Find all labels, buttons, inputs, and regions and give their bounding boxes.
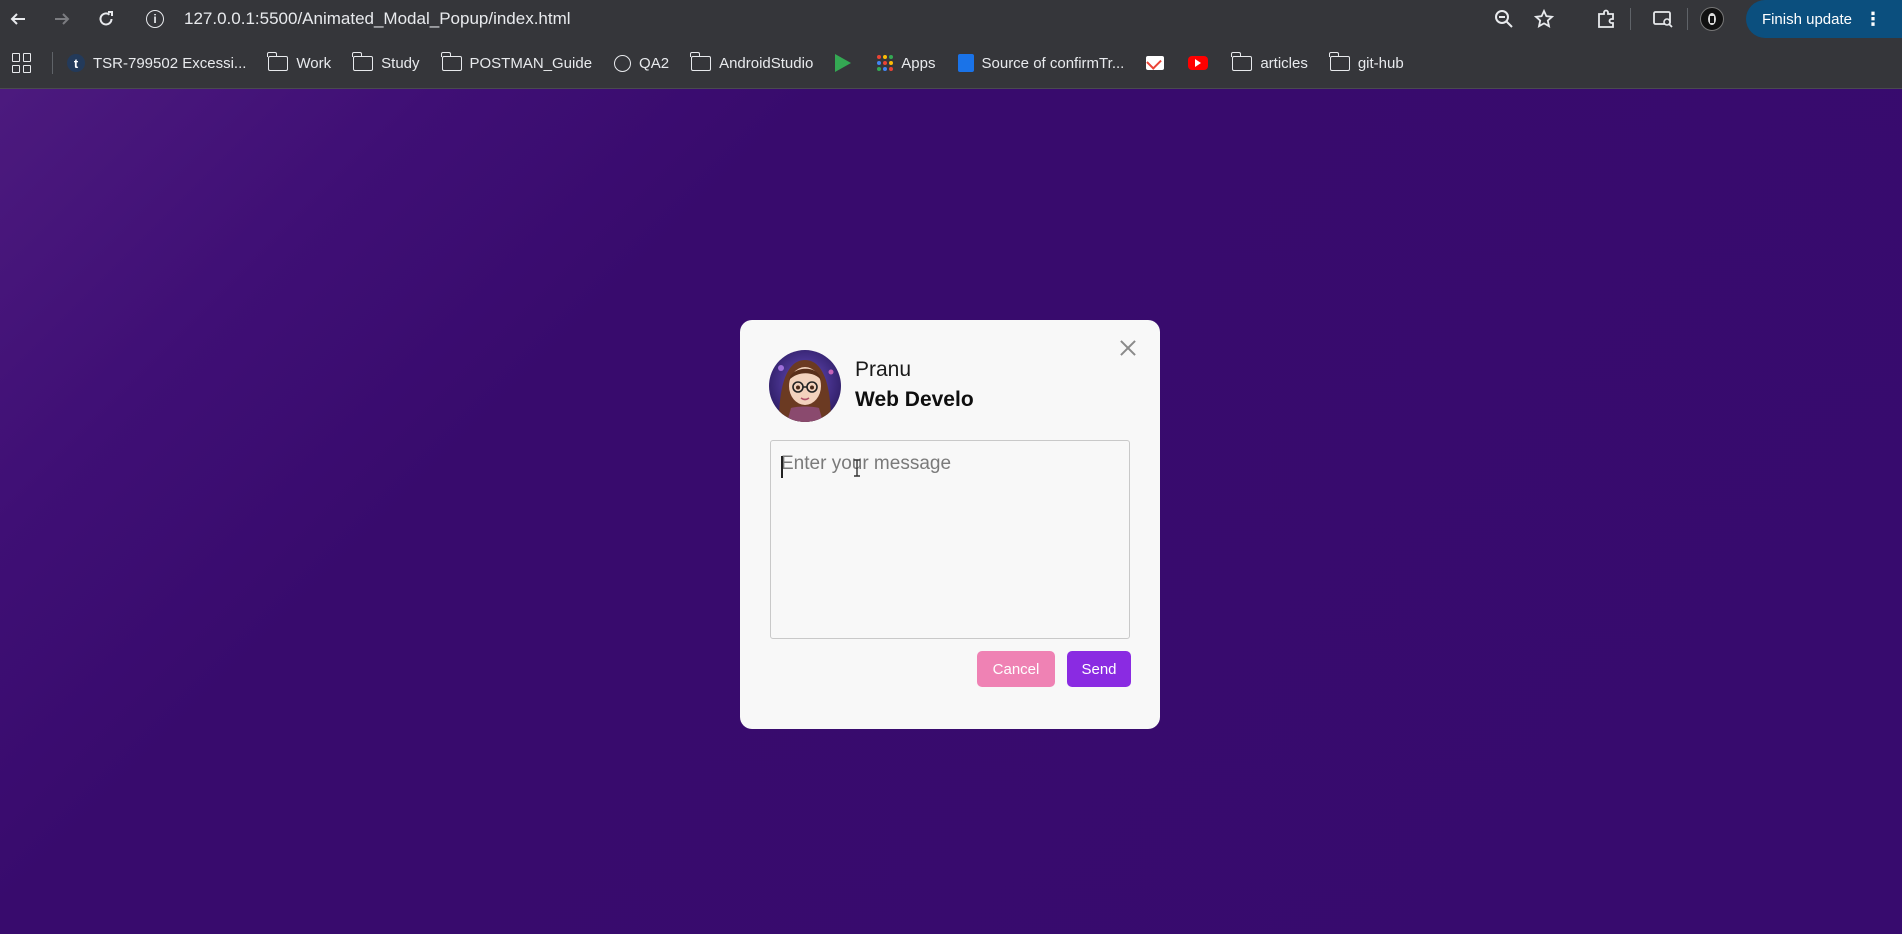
bookmark-label: POSTMAN_Guide <box>469 54 593 72</box>
toolbar-divider <box>1686 8 1688 30</box>
text-caret <box>781 456 783 478</box>
bookmark-git-hub[interactable]: git-hub <box>1328 51 1404 72</box>
bookmark-apps[interactable]: Apps <box>877 54 936 72</box>
message-modal: Pranu Web Develo Cancel Send <box>740 320 1160 729</box>
bookmark-label: git-hub <box>1357 54 1404 72</box>
site-info-icon[interactable]: i <box>146 10 164 28</box>
folder-icon <box>1231 51 1253 71</box>
bookmark-label: Work <box>296 54 332 72</box>
folder-icon <box>267 51 289 71</box>
zoom-icon[interactable] <box>1484 1 1524 37</box>
back-icon[interactable] <box>2 3 34 35</box>
bookmark-work[interactable]: Work <box>267 51 332 72</box>
folder-icon <box>1328 51 1350 71</box>
play-store-icon <box>835 54 852 72</box>
apps-grid-icon[interactable] <box>12 53 32 73</box>
bookmark-qa2[interactable]: QA2 <box>614 54 670 72</box>
reading-list-icon[interactable] <box>1643 1 1683 37</box>
page-background: Pranu Web Develo Cancel Send <box>0 89 1902 934</box>
text-cursor-icon <box>854 459 860 477</box>
more-icon[interactable]: ⋮ <box>1864 10 1882 28</box>
message-input[interactable] <box>770 440 1130 639</box>
reload-icon[interactable] <box>90 3 122 35</box>
youtube-icon <box>1188 56 1209 70</box>
bookmarks-bar: t TSR-799502 Excessi... Work Study POSTM… <box>0 38 1902 89</box>
bookmark-label: Apps <box>901 54 936 72</box>
finish-update-label: Finish update <box>1761 10 1852 28</box>
bookmark-tsr[interactable]: t TSR-799502 Excessi... <box>67 54 246 72</box>
bookmark-label: Study <box>381 54 420 72</box>
bookmark-study[interactable]: Study <box>352 51 420 72</box>
apps-icon <box>877 55 894 71</box>
bookmark-youtube[interactable] <box>1188 56 1216 70</box>
extensions-icon[interactable] <box>1586 1 1626 37</box>
toolbar-right: Finish update ⋮ <box>1484 0 1902 38</box>
gmail-icon <box>1146 56 1165 70</box>
url-text[interactable]: 127.0.0.1:5500/Animated_Modal_Popup/inde… <box>184 9 571 29</box>
folder-icon <box>690 51 712 71</box>
tumblr-icon: t <box>67 54 85 72</box>
bookmark-androidstudio[interactable]: AndroidStudio <box>690 51 814 72</box>
send-button[interactable]: Send <box>1067 651 1131 687</box>
bookmark-label: AndroidStudio <box>719 54 814 72</box>
finish-update-button[interactable]: Finish update ⋮ <box>1745 0 1902 38</box>
folder-icon <box>352 51 374 71</box>
source-icon <box>957 54 974 72</box>
bookmark-source[interactable]: Source of confirmTr... <box>957 54 1125 72</box>
profile-name: Pranu <box>855 358 912 381</box>
bookmark-postman-guide[interactable]: POSTMAN_Guide <box>440 51 593 72</box>
cancel-button[interactable]: Cancel <box>977 651 1055 687</box>
close-icon[interactable] <box>1118 338 1138 358</box>
star-icon[interactable] <box>1524 1 1564 37</box>
bookmarks-divider <box>52 52 53 74</box>
address-bar[interactable]: i 127.0.0.1:5500/Animated_Modal_Popup/in… <box>146 3 1426 35</box>
profile-icon[interactable] <box>1692 1 1732 37</box>
avatar <box>769 350 841 422</box>
toolbar-divider <box>1629 8 1631 30</box>
bookmark-label: QA2 <box>639 54 670 72</box>
profile-role: Web Develo <box>855 388 974 411</box>
bookmark-label: articles <box>1260 54 1308 72</box>
globe-icon <box>614 54 632 72</box>
forward-icon[interactable] <box>46 3 78 35</box>
bookmark-gmail[interactable] <box>1146 56 1172 70</box>
bookmark-articles[interactable]: articles <box>1231 51 1308 72</box>
bookmark-label: TSR-799502 Excessi... <box>93 54 247 72</box>
bookmark-play-store[interactable] <box>835 54 859 72</box>
folder-icon <box>440 51 462 71</box>
browser-toolbar: i 127.0.0.1:5500/Animated_Modal_Popup/in… <box>0 0 1902 38</box>
bookmark-label: Source of confirmTr... <box>981 54 1125 72</box>
